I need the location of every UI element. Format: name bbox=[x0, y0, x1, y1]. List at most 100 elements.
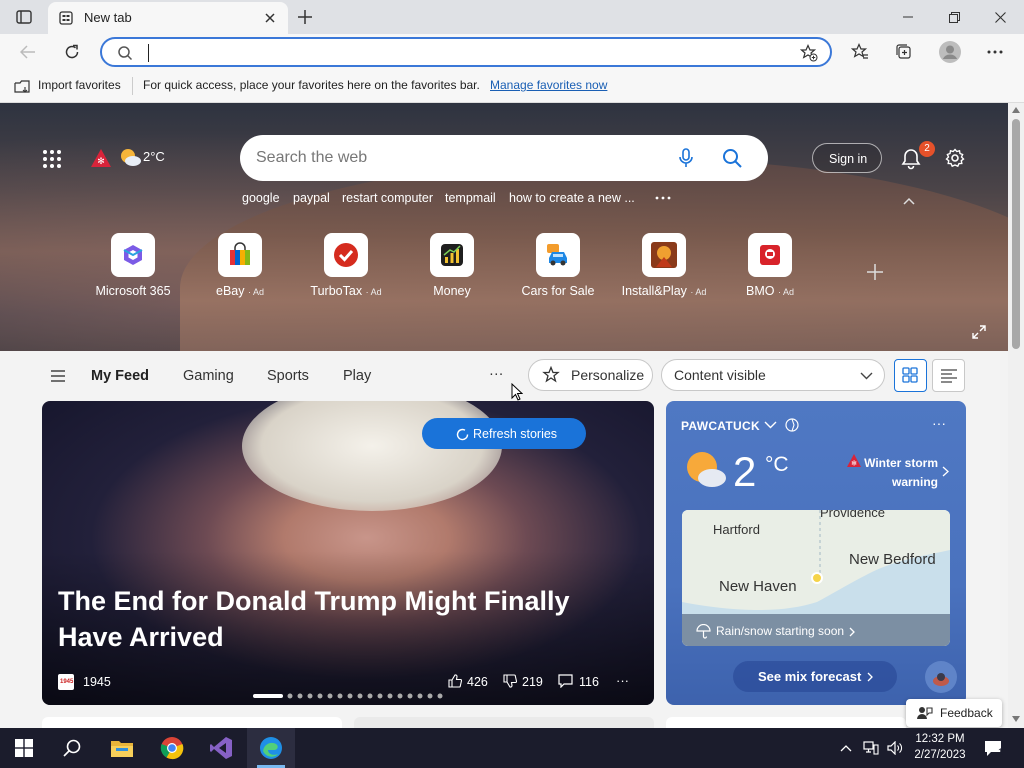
taskbar-search-icon[interactable] bbox=[62, 738, 82, 758]
tab-gaming[interactable]: Gaming bbox=[183, 368, 234, 384]
grid-view-button[interactable] bbox=[894, 359, 927, 392]
comment-icon[interactable] bbox=[557, 673, 573, 689]
refresh-stories-button[interactable]: Refresh stories bbox=[422, 418, 586, 449]
story-more-options[interactable]: ··· bbox=[616, 673, 629, 688]
microsoft-365-logo-icon bbox=[111, 233, 155, 277]
trending-more-icon[interactable] bbox=[654, 195, 672, 201]
expand-background-icon[interactable] bbox=[970, 323, 988, 341]
list-view-button[interactable] bbox=[932, 359, 965, 392]
volume-icon[interactable] bbox=[886, 740, 904, 756]
tab-new-tab[interactable]: New tab bbox=[48, 2, 288, 34]
content-visibility-select[interactable]: Content visible bbox=[661, 359, 885, 391]
search-icon bbox=[116, 44, 134, 62]
feed-card-next[interactable] bbox=[666, 717, 906, 728]
close-tab-icon[interactable] bbox=[262, 10, 278, 26]
quicklink-microsoft-365[interactable]: Microsoft 365 bbox=[80, 233, 186, 298]
ad-marker: · Ad bbox=[777, 287, 794, 297]
weather-unit[interactable]: °C bbox=[765, 453, 789, 477]
close-window-icon[interactable] bbox=[990, 8, 1010, 26]
trending-link[interactable]: how to create a new ... bbox=[509, 191, 635, 205]
add-quicklink-plus-icon[interactable] bbox=[864, 261, 886, 283]
scroll-up-arrow-icon[interactable] bbox=[1012, 106, 1020, 114]
manage-favorites-link[interactable]: Manage favorites now bbox=[490, 78, 607, 92]
weather-location[interactable]: PAWCATUCK bbox=[681, 419, 760, 433]
tab-sports[interactable]: Sports bbox=[267, 368, 309, 384]
hamburger-menu-icon[interactable] bbox=[48, 367, 68, 385]
tray-chevron-up-icon[interactable] bbox=[838, 742, 854, 754]
location-target-icon[interactable] bbox=[784, 417, 800, 433]
feedback-button[interactable]: Feedback bbox=[906, 699, 1002, 727]
scroll-down-arrow-icon[interactable] bbox=[1012, 715, 1020, 723]
quicklink-ebay[interactable]: eBay · Ad bbox=[187, 233, 293, 298]
restore-icon[interactable] bbox=[944, 8, 964, 26]
weather-more-options[interactable]: ··· bbox=[932, 415, 946, 431]
see-forecast-button[interactable]: See mix forecast bbox=[733, 661, 897, 692]
chevron-down-icon bbox=[858, 370, 874, 382]
chrome-icon[interactable] bbox=[159, 736, 185, 760]
visual-studio-icon[interactable] bbox=[208, 736, 234, 760]
edge-taskbar-button[interactable] bbox=[247, 728, 295, 768]
alert-chevron-right-icon[interactable] bbox=[940, 464, 950, 478]
new-tab-plus-icon[interactable] bbox=[296, 8, 314, 26]
partly-cloudy-icon[interactable] bbox=[118, 145, 142, 169]
file-explorer-icon[interactable] bbox=[110, 737, 134, 759]
import-favorites-icon[interactable] bbox=[13, 78, 31, 94]
page-scrollbar[interactable] bbox=[1008, 103, 1024, 728]
feed-card-next[interactable] bbox=[354, 717, 654, 728]
quicklink-turbotax[interactable]: TurboTax · Ad bbox=[293, 233, 399, 298]
weather-alert-icon[interactable]: ✻ bbox=[90, 147, 112, 169]
top-story-card[interactable]: Refresh stories The End for Donald Trump… bbox=[42, 401, 654, 705]
trending-link[interactable]: tempmail bbox=[445, 191, 496, 205]
quicklink-cars-for-sale[interactable]: Cars for Sale bbox=[505, 233, 611, 298]
collapse-chevron-up-icon[interactable] bbox=[900, 195, 918, 207]
address-bar[interactable] bbox=[100, 37, 832, 67]
quicklink-install-play[interactable]: Install&Play · Ad bbox=[611, 233, 717, 298]
search-submit-icon[interactable] bbox=[721, 147, 743, 169]
favorites-icon[interactable] bbox=[850, 42, 870, 62]
carousel-dot-active[interactable] bbox=[253, 694, 283, 698]
source-logo-text: 1945 bbox=[60, 679, 74, 685]
trending-link[interactable]: restart computer bbox=[342, 191, 433, 205]
weather-alert[interactable]: Winter storm warning bbox=[864, 454, 938, 492]
profile-avatar[interactable] bbox=[938, 40, 962, 64]
tab-more-button[interactable]: ··· bbox=[489, 366, 504, 382]
scrollbar-thumb[interactable] bbox=[1012, 119, 1020, 349]
story-source[interactable]: 1945 bbox=[83, 675, 111, 689]
quicklink-bmo[interactable]: BMO · Ad bbox=[717, 233, 823, 298]
microphone-icon[interactable] bbox=[677, 147, 695, 169]
back-arrow-icon[interactable] bbox=[18, 42, 38, 62]
taskbar-date[interactable]: 2/27/2023 bbox=[910, 749, 970, 761]
story-headline[interactable]: The End for Donald Trump Might Finally H… bbox=[58, 583, 598, 655]
carousel-dots[interactable] bbox=[287, 693, 445, 699]
tab-play[interactable]: Play bbox=[343, 368, 371, 384]
sign-in-button[interactable]: Sign in bbox=[812, 143, 882, 173]
favbar-divider bbox=[132, 77, 133, 95]
hero-temperature[interactable]: 2°C bbox=[143, 149, 165, 164]
app-launcher-icon[interactable] bbox=[40, 147, 64, 171]
tab-my-feed[interactable]: My Feed bbox=[91, 368, 149, 384]
import-favorites-button[interactable]: Import favorites bbox=[38, 78, 121, 92]
more-options-icon[interactable] bbox=[984, 42, 1006, 62]
personalize-button[interactable]: Personalize bbox=[528, 359, 653, 391]
web-search-box[interactable]: Search the web bbox=[240, 135, 768, 181]
feed-card-next[interactable] bbox=[42, 717, 342, 728]
settings-gear-icon[interactable] bbox=[944, 147, 966, 169]
network-icon[interactable] bbox=[862, 740, 880, 756]
minimize-icon[interactable] bbox=[898, 8, 918, 26]
location-chevron-down-icon[interactable] bbox=[762, 419, 778, 431]
add-favorite-star-icon[interactable] bbox=[798, 43, 820, 63]
quicklink-money[interactable]: Money bbox=[399, 233, 505, 298]
weather-map[interactable]: Hartford Providence New Bedford New Have… bbox=[682, 510, 950, 646]
tab-actions-icon[interactable] bbox=[14, 8, 34, 26]
trending-link[interactable]: paypal bbox=[293, 191, 330, 205]
thumbs-up-icon[interactable] bbox=[447, 673, 463, 689]
trending-link[interactable]: google bbox=[242, 191, 280, 205]
weather-avatar-icon[interactable] bbox=[925, 661, 957, 693]
thumbs-down-icon[interactable] bbox=[502, 673, 518, 689]
weather-card[interactable]: PAWCATUCK ··· 2 °C ✻ Winter storm warnin… bbox=[666, 401, 966, 705]
collections-icon[interactable] bbox=[894, 42, 914, 62]
precip-summary[interactable]: Rain/snow starting soon bbox=[716, 624, 844, 638]
refresh-icon[interactable] bbox=[62, 42, 82, 62]
taskbar-time[interactable]: 12:32 PM bbox=[914, 733, 966, 745]
windows-start-icon[interactable] bbox=[14, 738, 34, 758]
